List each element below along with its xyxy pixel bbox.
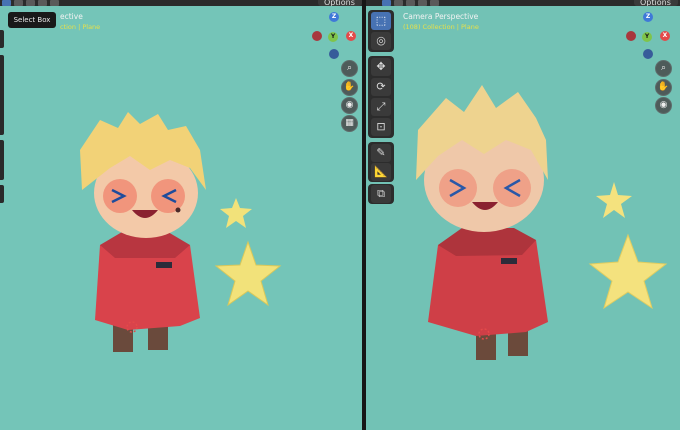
coat-badge xyxy=(156,262,172,268)
select-mode-button[interactable] xyxy=(2,0,11,6)
select-box-icon[interactable]: ⬚ xyxy=(371,12,391,30)
viewport-title-left: ective xyxy=(60,12,83,21)
gizmo-y-axis-right[interactable]: Y xyxy=(642,32,652,42)
mode-button-4[interactable] xyxy=(38,0,47,6)
tool-edge-4[interactable] xyxy=(0,185,4,203)
gizmo-x-axis[interactable]: X xyxy=(346,31,356,41)
hand-pan-icon[interactable]: ✋ xyxy=(655,79,672,96)
cursor-icon[interactable]: ◎ xyxy=(371,32,391,50)
large-star-shape xyxy=(214,240,282,307)
viewport-solid[interactable]: Options Select Box ective ction | Plane … xyxy=(0,0,362,430)
grid-icon[interactable]: ▦ xyxy=(341,115,358,132)
small-star-shape xyxy=(220,198,252,228)
mode-button-right-5[interactable] xyxy=(430,0,439,6)
viewport-subtitle-right: (108) Collection | Plane xyxy=(403,23,479,31)
gizmo-z-axis[interactable]: Z xyxy=(329,12,339,22)
options-dropdown-right[interactable]: Options xyxy=(634,0,678,6)
viewport-subtitle-left: ction | Plane xyxy=(60,23,101,31)
zoom-icon[interactable]: ⌕ xyxy=(655,60,672,77)
annotate-icon[interactable]: ✎ xyxy=(371,144,391,162)
mode-button-5[interactable] xyxy=(50,0,59,6)
character-scene-right xyxy=(416,85,668,360)
viewport-title-right: Camera Perspective xyxy=(403,12,479,21)
tool-edge-2[interactable] xyxy=(0,55,4,135)
camera-icon[interactable]: ◉ xyxy=(655,97,672,114)
small-star-shape-right xyxy=(596,182,632,218)
gizmo-neg-x-axis-right[interactable] xyxy=(626,31,636,41)
gizmo-x-axis-right[interactable]: X xyxy=(660,31,670,41)
hand-pan-icon[interactable]: ✋ xyxy=(341,79,358,96)
tooltip-select-box: Select Box xyxy=(8,12,56,28)
glasses-right xyxy=(151,179,185,213)
toolbar-group-annotate: ✎ 📐 xyxy=(368,142,394,182)
zoom-icon[interactable]: ⌕ xyxy=(341,60,358,77)
gizmo-neg-z-axis-right[interactable] xyxy=(643,49,653,59)
toolbar-group-transform: ✥ ⟳ ⤢ ⊡ xyxy=(368,56,394,138)
move-icon[interactable]: ✥ xyxy=(371,58,391,76)
toolbar-group-add: ⧉ xyxy=(368,184,394,204)
gizmo-neg-z-axis[interactable] xyxy=(329,49,339,59)
select-mode-button-right[interactable] xyxy=(382,0,391,6)
options-dropdown-left[interactable]: Options xyxy=(318,0,362,6)
rotate-icon[interactable]: ⟳ xyxy=(371,78,391,96)
camera-icon[interactable]: ◉ xyxy=(341,97,358,114)
gizmo-neg-x-axis[interactable] xyxy=(312,31,322,41)
character-scene-left xyxy=(80,112,282,352)
mode-button-right-2[interactable] xyxy=(394,0,403,6)
mode-button-right-3[interactable] xyxy=(406,0,415,6)
scale-icon[interactable]: ⤢ xyxy=(371,98,391,116)
measure-icon[interactable]: 📐 xyxy=(371,163,391,181)
tool-edge-1[interactable] xyxy=(0,30,4,48)
mode-button-3[interactable] xyxy=(26,0,35,6)
gizmo-z-axis-right[interactable]: Z xyxy=(643,12,653,22)
tool-edge-3[interactable] xyxy=(0,140,4,180)
mode-button-2[interactable] xyxy=(14,0,23,6)
toolbar-group-select: ⬚ ◎ xyxy=(368,10,394,52)
add-cube-icon[interactable]: ⧉ xyxy=(371,185,391,203)
viewport-camera[interactable]: Options Camera Perspective (108) Collect… xyxy=(366,0,680,430)
mode-button-right-4[interactable] xyxy=(418,0,427,6)
large-star-shape-right xyxy=(588,233,668,310)
gizmo-y-axis[interactable]: Y xyxy=(328,32,338,42)
transform-icon[interactable]: ⊡ xyxy=(371,118,391,136)
glasses-left xyxy=(103,179,137,213)
